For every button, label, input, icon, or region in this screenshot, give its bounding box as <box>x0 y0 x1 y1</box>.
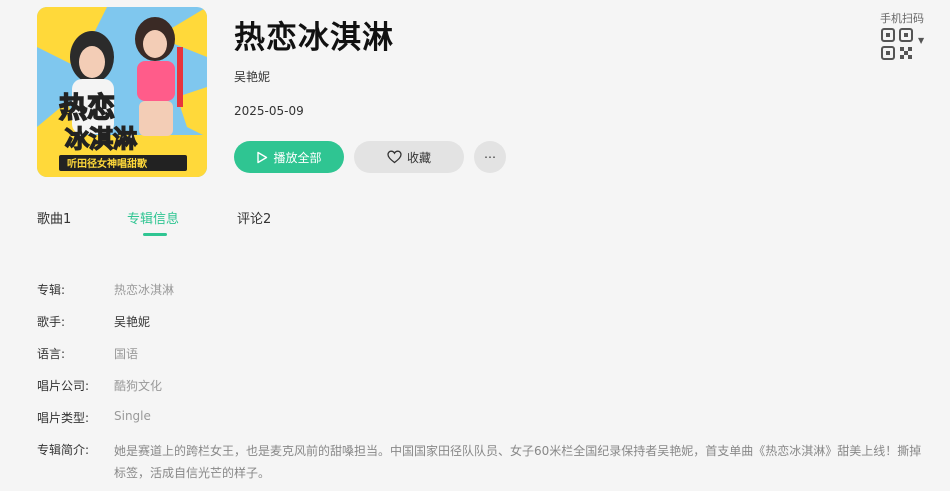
language-value: 国语 <box>114 347 139 361</box>
play-all-label: 播放全部 <box>273 150 322 165</box>
album-label: 专辑: <box>37 283 66 297</box>
qr-label: 手机扫码 <box>880 12 924 25</box>
language-label: 语言: <box>37 347 66 361</box>
play-all-button[interactable]: 播放全部 <box>234 141 344 173</box>
album-title: 热恋冰淇淋 <box>234 20 394 56</box>
heart-icon <box>387 150 402 164</box>
company-label: 唱片公司: <box>37 379 90 393</box>
album-value: 热恋冰淇淋 <box>114 283 175 297</box>
tab-album-info[interactable]: 专辑信息 <box>127 208 179 227</box>
more-button[interactable]: ⋯ <box>474 141 506 173</box>
tab-comments[interactable]: 评论2 <box>237 208 271 227</box>
qr-code-icon[interactable] <box>881 28 913 64</box>
singer-link[interactable]: 吴艳妮 <box>114 313 150 330</box>
svg-text:热恋: 热恋 <box>59 91 115 124</box>
chevron-down-icon[interactable]: ▼ <box>918 36 924 45</box>
play-icon <box>256 151 268 164</box>
type-value: Single <box>114 409 151 423</box>
tab-songs[interactable]: 歌曲1 <box>37 208 71 227</box>
type-label: 唱片类型: <box>37 411 90 425</box>
company-value: 酷狗文化 <box>114 379 163 393</box>
favorite-button[interactable]: 收藏 <box>354 141 464 173</box>
singer-label: 歌手: <box>37 315 66 329</box>
more-icon: ⋯ <box>484 150 496 164</box>
intro-label: 专辑简介: <box>37 443 90 457</box>
svg-text:听田径女神唱甜歌: 听田径女神唱甜歌 <box>67 157 148 170</box>
active-tab-indicator <box>143 233 167 236</box>
album-description: 她是赛道上的跨栏女王，也是麦克风前的甜嗓担当。中国国家田径队队员、女子60米栏全… <box>114 444 922 480</box>
release-date: 2025-05-09 <box>234 104 304 118</box>
favorite-label: 收藏 <box>406 150 431 165</box>
svg-text:冰淇淋: 冰淇淋 <box>65 125 137 153</box>
album-page: 热恋 冰淇淋 听田径女神唱甜歌 热恋冰淇淋 吴艳妮 2025-05-09 播放全… <box>0 0 950 491</box>
artist-link[interactable]: 吴艳妮 <box>234 68 270 85</box>
album-cover-art: 热恋 冰淇淋 听田径女神唱甜歌 <box>37 7 207 177</box>
album-cover[interactable]: 热恋 冰淇淋 听田径女神唱甜歌 <box>37 7 207 177</box>
